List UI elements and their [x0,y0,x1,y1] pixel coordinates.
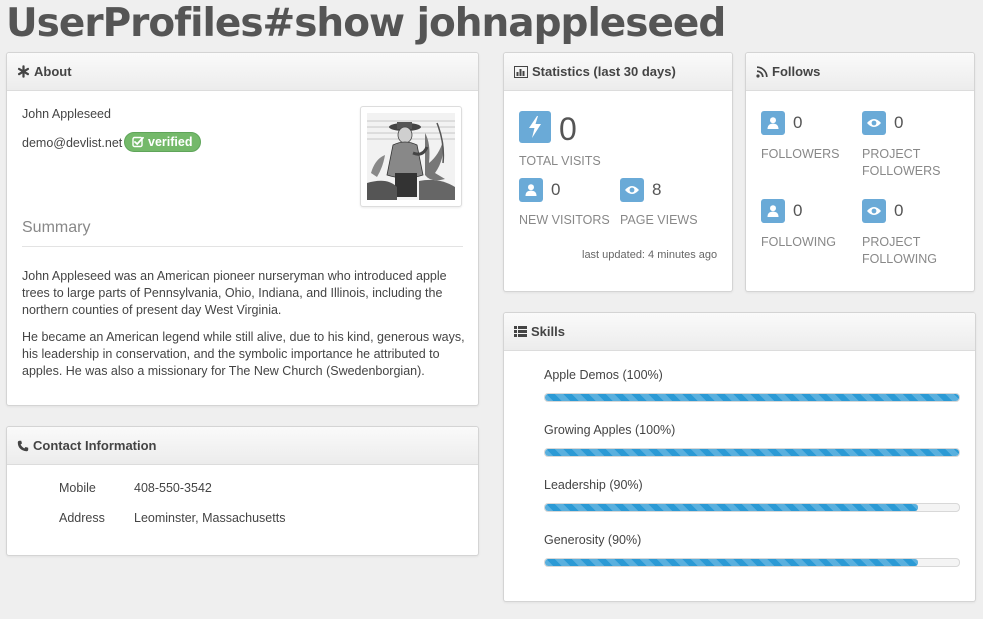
following-user-icon [761,199,785,223]
user-icon [519,178,543,202]
project-following-label: PROJECT FOLLOWING [862,234,937,268]
followers-label-line1: FOLLOWERS [761,147,840,161]
summary-divider [22,246,463,247]
contact-heading: Contact Information [33,438,157,453]
verified-label: verified [148,135,193,149]
project-followers-eye-icon [862,111,886,135]
eye-icon [620,178,644,202]
skill-progress-fill [545,394,959,401]
contact-mobile-value: 408-550-3542 [134,481,212,495]
list-icon [514,326,527,337]
total-visits-label: TOTAL VISITS [519,154,601,168]
about-panel-header: About [7,53,478,91]
project-following-label-line2: FOLLOWING [862,252,938,266]
page-title: UserProfiles#show johnappleseed [6,1,726,46]
statistics-panel-header: Statistics (last 30 days) [504,53,732,91]
following-value: 0 [793,201,803,220]
contact-panel: Contact Information Mobile 408-550-3542 … [6,426,479,556]
statistics-panel: Statistics (last 30 days) 0 TOTAL VISITS… [503,52,733,292]
bolt-icon [519,111,551,143]
page-views-label: PAGE VIEWS [620,213,698,227]
about-panel: About John Appleseed demo@devlist.net ve… [6,52,479,406]
checkbox-icon [132,136,144,148]
skill-label: Growing Apples (100%) [544,423,676,437]
avatar [360,106,462,207]
follows-heading: Follows [772,64,821,79]
project-following-label-line1: PROJECT [862,235,921,249]
followers-label: FOLLOWERS [761,146,840,163]
profile-email[interactable]: demo@devlist.net [22,136,122,150]
skills-heading: Skills [531,324,565,339]
verified-badge: verified [124,132,202,152]
project-followers-label-line2: FOLLOWERS [862,164,941,178]
statistics-heading: Statistics (last 30 days) [532,64,676,79]
summary-paragraph-2: He became an American legend while still… [22,330,465,378]
skill-progress-fill [545,504,918,511]
skill-progress-bar [544,558,960,567]
skill-label: Leadership (90%) [544,478,643,492]
project-following-eye-icon [862,199,886,223]
about-heading: About [34,64,72,79]
followers-user-icon [761,111,785,135]
follows-panel-header: Follows [746,53,974,91]
following-label: FOLLOWING [761,234,836,251]
summary-paragraph-1: John Appleseed was an American pioneer n… [22,269,447,317]
skill-progress-fill [545,449,959,456]
summary-heading: Summary [22,219,91,236]
new-visitors-label: NEW VISITORS [519,213,610,227]
project-followers-label-line1: PROJECT [862,147,921,161]
contact-mobile-label: Mobile [59,481,96,495]
page-views-value: 8 [652,180,662,199]
last-updated: last updated: 4 minutes ago [582,249,718,261]
skill-label: Generosity (90%) [544,533,642,547]
skill-progress-fill [545,559,918,566]
skills-panel-header: Skills [504,313,975,351]
phone-icon [17,440,29,451]
skill-label: Apple Demos (100%) [544,368,663,382]
project-following-value: 0 [894,201,904,220]
profile-name: John Appleseed [22,107,111,121]
bar-chart-icon [514,65,528,78]
followers-value: 0 [793,113,803,132]
contact-address-label: Address [59,511,105,525]
portrait-image [367,113,455,200]
project-followers-value: 0 [894,113,904,132]
skill-progress-bar [544,503,960,512]
follows-panel: Follows 0 FOLLOWERS 0 PROJECT FOLLOWERS … [745,52,975,292]
project-followers-label: PROJECT FOLLOWERS [862,146,941,180]
skills-panel: Skills Apple Demos (100%) Growing Apples… [503,312,976,602]
contact-address-value: Leominster, Massachusetts [134,511,286,525]
skill-progress-bar [544,448,960,457]
rss-icon [756,65,768,78]
contact-panel-header: Contact Information [7,427,478,465]
new-visitors-value: 0 [551,180,561,199]
following-label-line1: FOLLOWING [761,235,837,249]
total-visits-value: 0 [559,111,577,147]
asterisk-icon [17,65,30,78]
skill-progress-bar [544,393,960,402]
